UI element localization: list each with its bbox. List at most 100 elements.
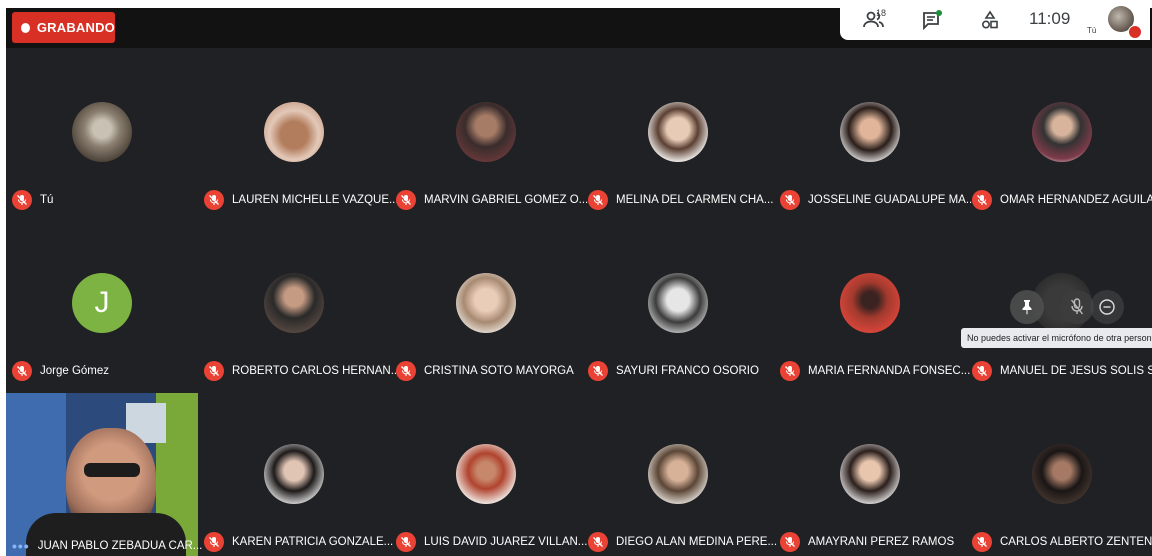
mic-off-icon: [780, 190, 800, 210]
participant-avatar: [456, 273, 516, 333]
participant-avatar: [840, 273, 900, 333]
participant-avatar: [264, 444, 324, 504]
speaking-dots-icon: •••: [12, 538, 30, 554]
participant-nameplate: KAREN PATRICIA GONZALE...: [204, 532, 393, 552]
participant-name: CRISTINA SOTO MAYORGA: [424, 365, 574, 377]
avatar-initial: J: [94, 286, 110, 319]
participant-name: MARVIN GABRIEL GOMEZ O...: [424, 194, 589, 206]
participant-name: JOSSELINE GUADALUPE MA...: [808, 194, 976, 206]
participant-name: OMAR HERNANDEZ AGUILAR: [1000, 194, 1152, 206]
tooltip: No puedes activar el micrófono de otra p…: [961, 328, 1152, 348]
participant-avatar: [840, 102, 900, 162]
mic-off-icon: [204, 190, 224, 210]
mic-off-icon: [780, 361, 800, 381]
participant-name: LUIS DAVID JUAREZ VILLAN...: [424, 536, 588, 548]
participant-tile[interactable]: JOSSELINE GUADALUPE MA...: [774, 48, 975, 219]
participant-avatar: [456, 444, 516, 504]
participant-tile[interactable]: MARIA FERNANDA FONSEC...: [774, 219, 970, 390]
participant-avatar: [1032, 444, 1092, 504]
self-label: Tú: [1087, 26, 1097, 35]
participant-nameplate: DIEGO ALAN MEDINA PERE...: [588, 532, 777, 552]
mic-off-icon: [396, 532, 416, 552]
participant-name: JUAN PABLO ZEBADUA CAR...: [37, 540, 203, 552]
mic-off-icon: [204, 361, 224, 381]
participant-tile[interactable]: MARVIN GABRIEL GOMEZ O...: [390, 48, 588, 219]
participant-tile[interactable]: OMAR HERNANDEZ AGUILAR: [966, 48, 1152, 219]
mic-off-icon: [204, 532, 224, 552]
participant-tile[interactable]: DIEGO ALAN MEDINA PERE...: [582, 390, 777, 556]
participant-avatar: [648, 444, 708, 504]
participant-nameplate: MARIA FERNANDA FONSEC...: [780, 361, 970, 381]
mic-off-icon: [12, 361, 32, 381]
participant-nameplate: MANUEL DE JESUS SOLIS S...: [972, 361, 1152, 381]
chat-button[interactable]: [918, 8, 946, 32]
participant-name: SAYURI FRANCO OSORIO: [616, 365, 759, 377]
activities-button[interactable]: [976, 8, 1004, 32]
recording-dot-icon: [21, 22, 30, 33]
participant-nameplate: CARLOS ALBERTO ZENTEN...: [972, 532, 1152, 552]
remove-icon[interactable]: [1090, 290, 1124, 324]
recording-indicator: GRABANDO: [12, 12, 115, 43]
mic-off-icon: [588, 361, 608, 381]
participant-avatar: J: [72, 273, 132, 333]
participant-avatar: [264, 102, 324, 162]
meeting-screen: GRABANDO Tú LAUREN MICHELLE VAZQUE... MARV…: [6, 8, 1152, 556]
participant-nameplate: LAUREN MICHELLE VAZQUE...: [204, 190, 399, 210]
recording-label: GRABANDO: [36, 20, 115, 35]
participant-name: MARIA FERNANDA FONSEC...: [808, 365, 971, 377]
participant-avatar: [264, 273, 324, 333]
participant-name: CARLOS ALBERTO ZENTEN...: [1000, 536, 1152, 548]
participant-nameplate: AMAYRANI PEREZ RAMOS: [780, 532, 954, 552]
shapes-icon: [981, 10, 998, 29]
participant-nameplate: MARVIN GABRIEL GOMEZ O...: [396, 190, 588, 210]
participant-name: LAUREN MICHELLE VAZQUE...: [232, 194, 399, 206]
participant-nameplate: SAYURI FRANCO OSORIO: [588, 361, 759, 381]
participant-nameplate: OMAR HERNANDEZ AGUILAR: [972, 190, 1152, 210]
pin-icon[interactable]: [1010, 290, 1044, 324]
participant-hover-controls: [1010, 290, 1144, 324]
mic-off-icon: [780, 532, 800, 552]
mic-off-icon: [396, 190, 416, 210]
participant-name: MELINA DEL CARMEN CHA...: [616, 194, 774, 206]
participant-avatar: [840, 444, 900, 504]
participant-tile[interactable]: LAUREN MICHELLE VAZQUE...: [198, 48, 399, 219]
mic-off-icon: [12, 190, 32, 210]
mic-off-icon: [972, 532, 992, 552]
participant-avatar: [72, 102, 132, 162]
participant-tile[interactable]: AMAYRANI PEREZ RAMOS: [774, 390, 966, 556]
mic-off-icon: [588, 532, 608, 552]
participant-nameplate: Jorge Gómez: [12, 361, 109, 381]
participant-nameplate: MELINA DEL CARMEN CHA...: [588, 190, 773, 210]
participant-nameplate: ••• JUAN PABLO ZEBADUA CAR...: [12, 536, 202, 556]
top-right-panel: 18 11:09 Tú: [840, 0, 1150, 40]
participant-nameplate: ROBERTO CARLOS HERNAN...: [204, 361, 400, 381]
participant-name: ROBERTO CARLOS HERNAN...: [232, 365, 401, 377]
participant-name: Tú: [40, 194, 54, 206]
participant-tile[interactable]: ROBERTO CARLOS HERNAN...: [198, 219, 400, 390]
participant-tile[interactable]: LUIS DAVID JUAREZ VILLAN...: [390, 390, 587, 556]
participant-avatar: [648, 273, 708, 333]
clock: 11:09: [1029, 9, 1071, 28]
participant-nameplate: CRISTINA SOTO MAYORGA: [396, 361, 574, 381]
video-feed: [6, 393, 198, 556]
participant-avatar: [456, 102, 516, 162]
participant-avatar: [1032, 102, 1092, 162]
participant-name: KAREN PATRICIA GONZALE...: [232, 536, 394, 548]
participant-tile[interactable]: ••• JUAN PABLO ZEBADUA CAR...: [6, 393, 202, 556]
participant-tile[interactable]: J Jorge Gómez: [6, 219, 198, 390]
participant-tile[interactable]: CARLOS ALBERTO ZENTEN...: [966, 390, 1152, 556]
participant-tile[interactable]: Tú: [6, 48, 198, 219]
participant-tile[interactable]: SAYURI FRANCO OSORIO: [582, 219, 774, 390]
participant-tile[interactable]: KAREN PATRICIA GONZALE...: [198, 390, 393, 556]
participant-nameplate: Tú: [12, 190, 53, 210]
participant-avatar: [648, 102, 708, 162]
mic-off-icon: [972, 190, 992, 210]
participant-tile[interactable]: MELINA DEL CARMEN CHA...: [582, 48, 774, 219]
mic-off-icon: [972, 361, 992, 381]
participant-name: AMAYRANI PEREZ RAMOS: [808, 536, 955, 548]
participant-name: MANUEL DE JESUS SOLIS S...: [1000, 365, 1152, 377]
participant-nameplate: LUIS DAVID JUAREZ VILLAN...: [396, 532, 587, 552]
muted-badge-icon: [1128, 25, 1142, 39]
participant-tile[interactable]: CRISTINA SOTO MAYORGA: [390, 219, 582, 390]
mute-disabled-icon[interactable]: [1060, 290, 1094, 324]
